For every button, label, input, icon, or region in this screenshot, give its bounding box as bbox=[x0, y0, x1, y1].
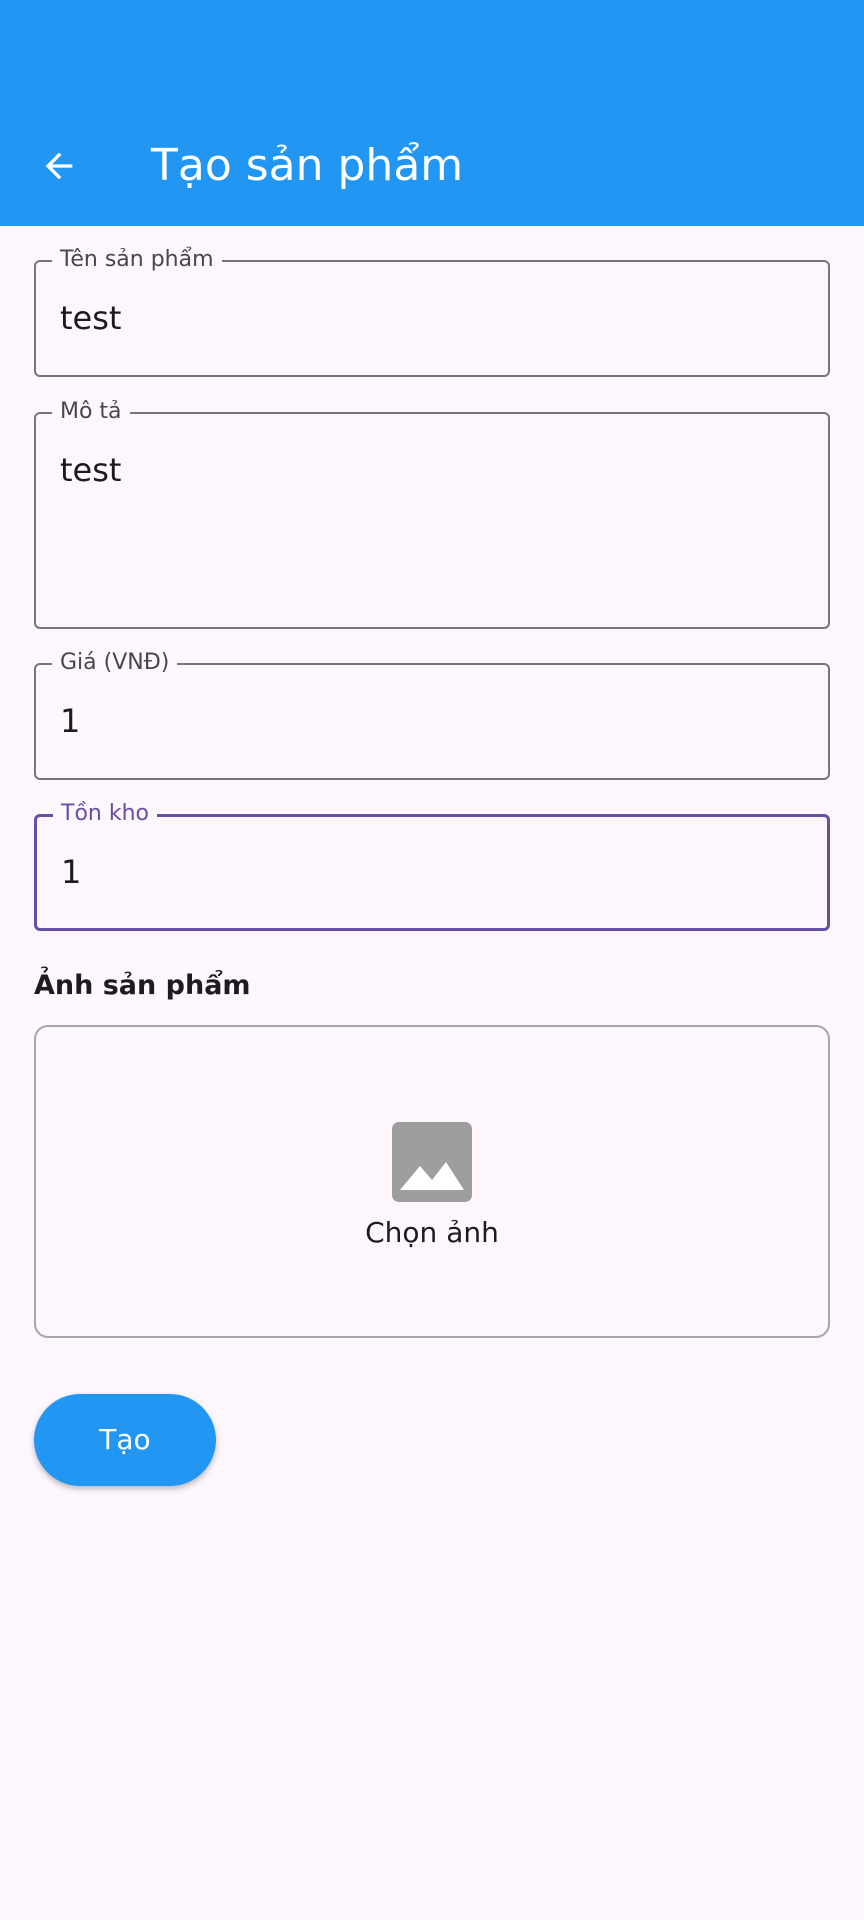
stock-input[interactable]: 1 bbox=[61, 852, 81, 892]
product-name-input[interactable]: test bbox=[60, 298, 121, 338]
product-name-label: Tên sản phẩm bbox=[52, 246, 222, 274]
stock-field[interactable]: Tồn kho 1 bbox=[34, 800, 830, 931]
stock-label: Tồn kho bbox=[53, 800, 157, 828]
image-section-title: Ảnh sản phẩm bbox=[34, 970, 251, 1001]
description-input[interactable]: test bbox=[60, 450, 121, 490]
price-field[interactable]: Giá (VNĐ) 1 bbox=[34, 649, 830, 780]
description-label: Mô tả bbox=[52, 398, 130, 426]
price-input[interactable]: 1 bbox=[60, 701, 80, 741]
product-name-field[interactable]: Tên sản phẩm test bbox=[34, 246, 830, 377]
image-picker-label: Chọn ảnh bbox=[365, 1216, 499, 1249]
arrow-back-icon bbox=[45, 152, 73, 180]
image-picker[interactable]: Chọn ảnh bbox=[34, 1025, 830, 1338]
description-field[interactable]: Mô tả test bbox=[34, 398, 830, 629]
page-title: Tạo sản phẩm bbox=[151, 140, 464, 191]
back-button[interactable] bbox=[30, 137, 88, 195]
image-icon bbox=[392, 1122, 472, 1202]
create-button[interactable]: Tạo bbox=[34, 1394, 216, 1486]
price-label: Giá (VNĐ) bbox=[52, 649, 178, 677]
app-bar: Tạo sản phẩm bbox=[0, 0, 864, 226]
